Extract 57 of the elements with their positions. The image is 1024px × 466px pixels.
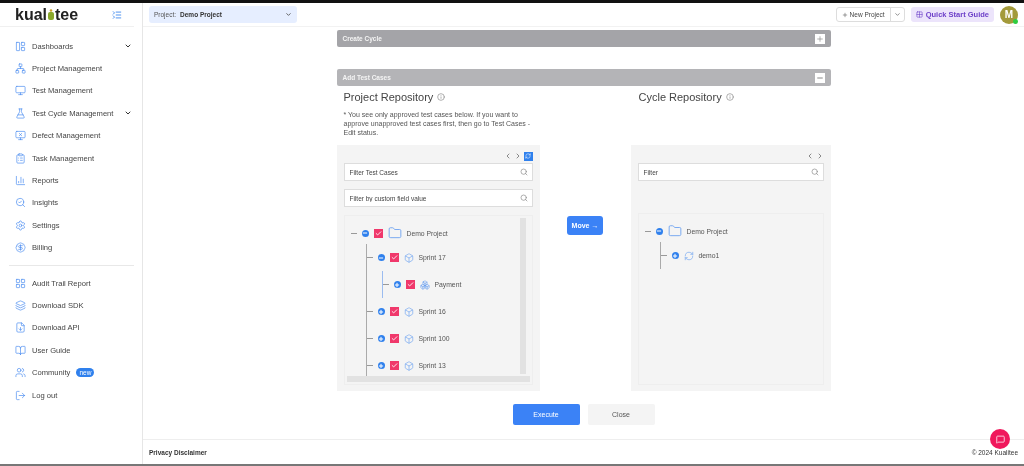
expand-icon[interactable] xyxy=(377,362,385,369)
collapse-sidebar-icon[interactable] xyxy=(112,9,122,20)
scrollbar[interactable] xyxy=(346,376,530,382)
menu-item-icon xyxy=(15,197,26,209)
menu-item-icon xyxy=(15,152,26,164)
expand-icon[interactable] xyxy=(671,252,679,259)
expand-icon[interactable] xyxy=(377,308,385,315)
checkbox[interactable] xyxy=(405,280,415,289)
search-icon xyxy=(519,168,528,176)
menu-item-icon xyxy=(15,175,26,187)
menu-item-icon xyxy=(15,300,26,311)
menu-item-icon xyxy=(15,107,26,119)
refresh-button[interactable] xyxy=(523,151,533,161)
collapse-icon[interactable] xyxy=(655,227,663,235)
checkbox[interactable] xyxy=(389,334,399,343)
menu-item-icon xyxy=(15,63,26,75)
robot-icon xyxy=(47,8,55,21)
menu-item-icon xyxy=(15,40,26,52)
collapse-icon[interactable] xyxy=(361,229,369,237)
expand-icon[interactable] xyxy=(377,335,385,342)
info-icon[interactable] xyxy=(725,93,734,101)
cubes-icon xyxy=(419,279,430,290)
checkbox[interactable] xyxy=(389,307,399,316)
menu-item-icon xyxy=(15,130,26,142)
search-icon xyxy=(519,194,528,202)
cube-icon xyxy=(403,306,414,317)
panel-title: Cycle Repository xyxy=(638,91,722,103)
collapse-icon[interactable] xyxy=(377,254,385,261)
menu-item-icon xyxy=(15,277,26,289)
caret-icon xyxy=(285,11,292,18)
logo: kual tee xyxy=(15,5,79,24)
cube-icon xyxy=(403,333,414,344)
caret-icon xyxy=(893,11,901,18)
expand-icon[interactable] xyxy=(393,281,401,288)
cube-icon xyxy=(403,252,414,263)
checkbox[interactable] xyxy=(373,228,383,238)
checkbox[interactable] xyxy=(389,361,399,370)
chat-icon xyxy=(995,434,1005,444)
folder-icon xyxy=(387,226,402,240)
menu-item-icon xyxy=(15,322,26,334)
menu-item-icon xyxy=(15,219,26,231)
menu-item-icon xyxy=(15,242,26,254)
menu-item-icon xyxy=(15,367,26,379)
cycle-icon xyxy=(683,250,694,261)
panel-title: Project Repository xyxy=(343,91,434,103)
cube-icon xyxy=(403,360,414,371)
menu-item-icon xyxy=(15,85,26,97)
info-icon[interactable] xyxy=(437,93,446,101)
checkbox[interactable] xyxy=(389,253,399,262)
collapse-icon[interactable] xyxy=(814,72,825,83)
search-icon xyxy=(810,168,819,176)
expand-icon[interactable] xyxy=(814,33,825,44)
folder-icon xyxy=(667,224,682,238)
plus-icon xyxy=(841,11,848,18)
menu-item-icon xyxy=(15,344,26,356)
chat-button[interactable] xyxy=(990,429,1010,449)
menu-item-icon xyxy=(15,389,26,401)
